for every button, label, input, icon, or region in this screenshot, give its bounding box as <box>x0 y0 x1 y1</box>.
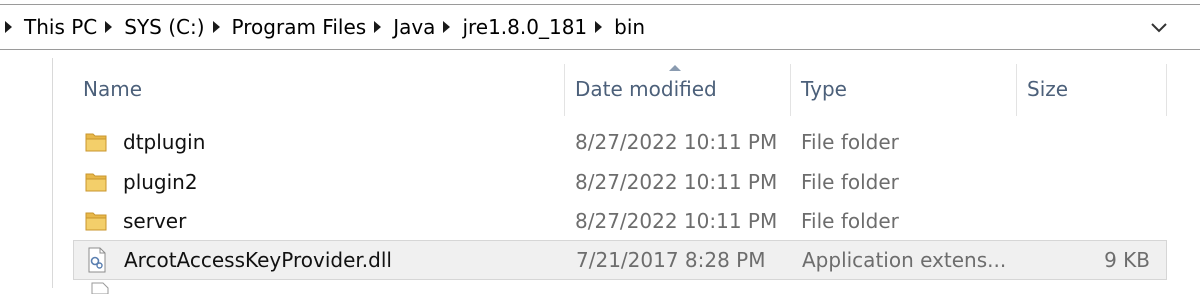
column-header-size[interactable]: Size <box>1017 64 1167 116</box>
breadcrumb-sys-drive[interactable]: SYS (C:) <box>124 15 204 39</box>
file-row-selected[interactable]: ArcotAccessKeyProvider.dll 7/21/2017 8:2… <box>73 240 1167 280</box>
column-header-row: Name Date modified Type Size <box>53 64 1167 116</box>
file-name: ArcotAccessKeyProvider.dll <box>124 248 392 272</box>
sort-ascending-icon <box>669 65 681 71</box>
file-type: File folder <box>801 170 899 194</box>
breadcrumb-bin[interactable]: bin <box>614 15 645 39</box>
file-date-modified: 8/27/2022 10:11 PM <box>575 130 778 154</box>
breadcrumb-this-pc[interactable]: This PC <box>24 15 97 39</box>
breadcrumb-expand-icon[interactable] <box>5 21 12 33</box>
file-name: dtplugin <box>123 130 206 154</box>
file-name: server <box>123 209 187 233</box>
breadcrumb-separator-icon[interactable] <box>374 21 382 33</box>
column-header-date-modified[interactable]: Date modified <box>565 64 791 116</box>
file-type: File folder <box>801 209 899 233</box>
folder-icon <box>83 164 111 200</box>
column-header-name[interactable]: Name <box>73 64 565 116</box>
address-bar[interactable]: This PC SYS (C:) Program Files Java jre1… <box>0 4 1200 50</box>
column-header-date-label: Date modified <box>575 77 717 101</box>
chevron-down-icon[interactable] <box>1148 16 1170 38</box>
file-type: Application extens... <box>802 248 1007 272</box>
file-date-modified: 8/27/2022 10:11 PM <box>575 170 778 194</box>
breadcrumb: This PC SYS (C:) Program Files Java jre1… <box>1 5 645 49</box>
file-row[interactable]: plugin2 8/27/2022 10:11 PM File folder <box>73 164 1167 200</box>
breadcrumb-java[interactable]: Java <box>393 15 435 39</box>
file-row[interactable]: dtplugin 8/27/2022 10:11 PM File folder <box>73 124 1167 160</box>
column-header-type[interactable]: Type <box>791 64 1017 116</box>
file-size: 9 KB <box>1104 248 1150 272</box>
file-row[interactable]: server 8/27/2022 10:11 PM File folder <box>73 203 1167 239</box>
breadcrumb-separator-icon[interactable] <box>105 21 113 33</box>
breadcrumb-jre[interactable]: jre1.8.0_181 <box>462 15 587 39</box>
dll-file-icon <box>84 241 112 279</box>
file-date-modified: 8/27/2022 10:11 PM <box>575 209 778 233</box>
file-icon <box>91 282 109 294</box>
folder-icon <box>83 124 111 160</box>
breadcrumb-separator-icon[interactable] <box>595 21 603 33</box>
file-type: File folder <box>801 130 899 154</box>
file-list: Name Date modified Type Size dtplugin 8/… <box>52 58 1200 294</box>
file-row-partial[interactable] <box>73 280 1167 294</box>
file-name: plugin2 <box>123 170 198 194</box>
folder-icon <box>83 203 111 239</box>
file-date-modified: 7/21/2017 8:28 PM <box>576 248 766 272</box>
breadcrumb-program-files[interactable]: Program Files <box>232 15 367 39</box>
breadcrumb-separator-icon[interactable] <box>443 21 451 33</box>
breadcrumb-separator-icon[interactable] <box>212 21 220 33</box>
